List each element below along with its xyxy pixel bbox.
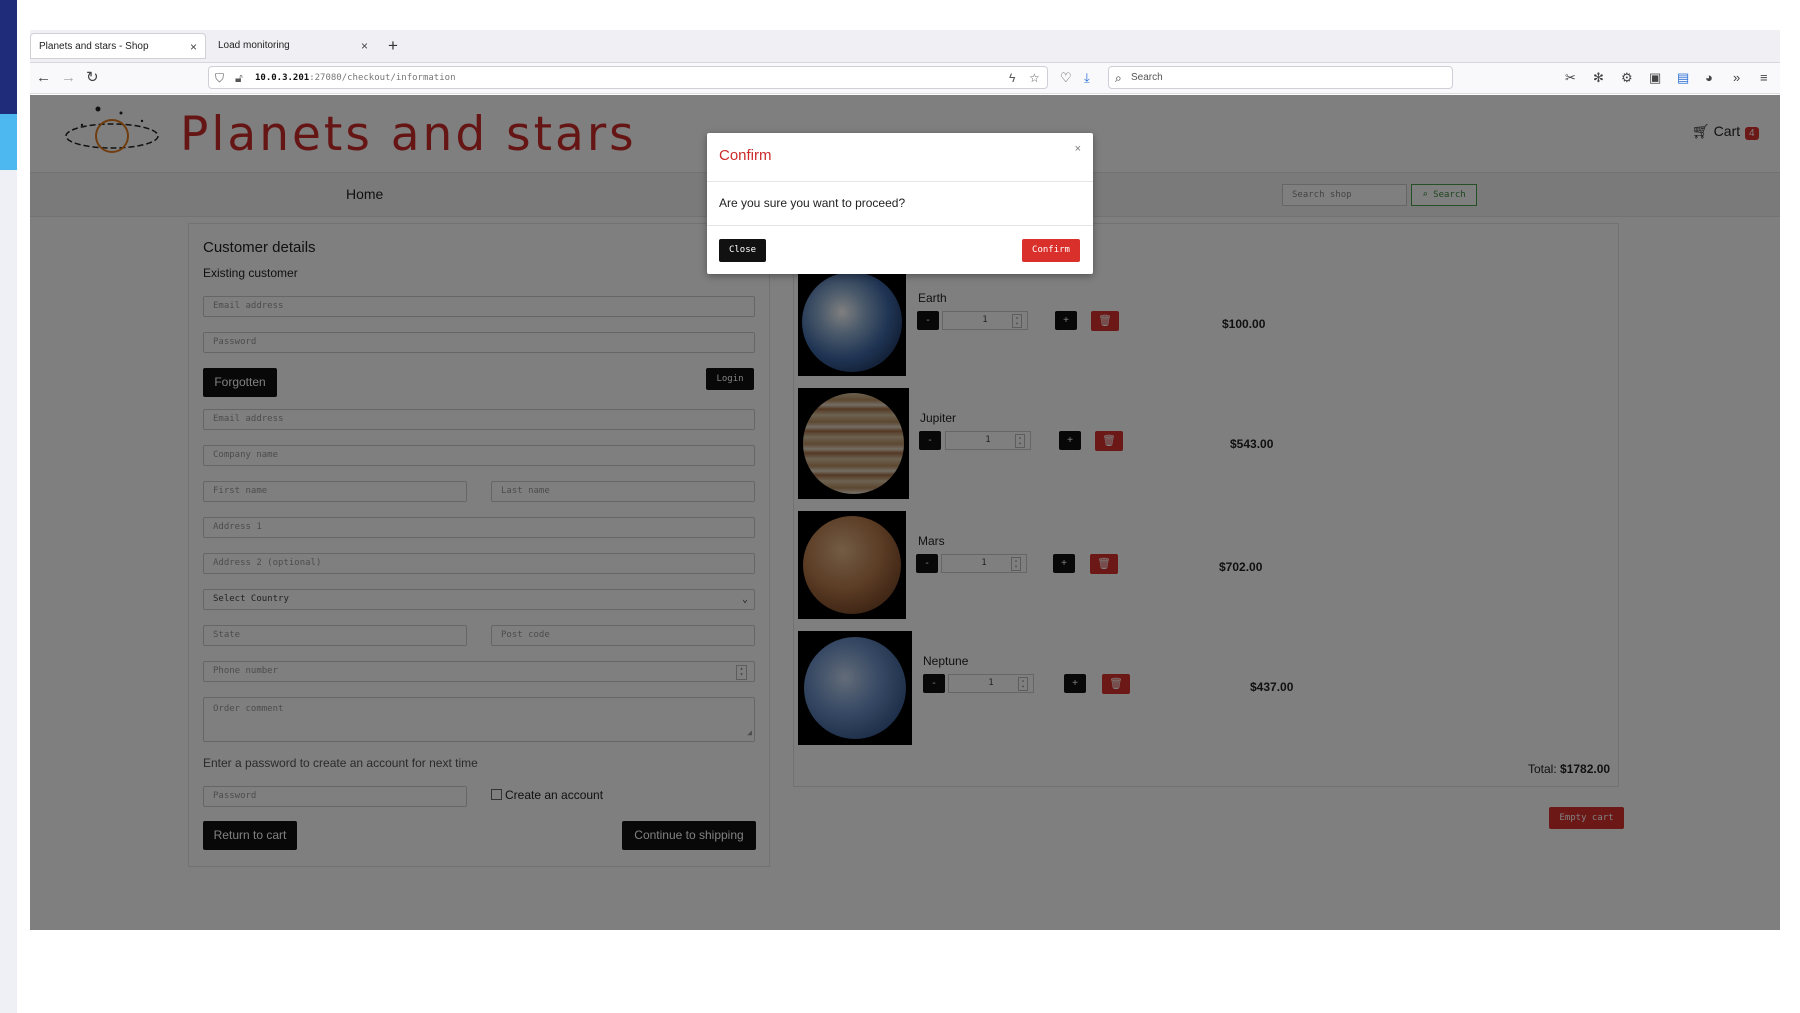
modal-message: Are you sure you want to proceed? [719, 196, 906, 210]
os-strip-top [0, 0, 17, 114]
web-page: Planets and stars 🛒︎ Cart 4 Home Search … [30, 95, 1780, 930]
tab-title: Load monitoring [218, 40, 290, 51]
new-tab-icon[interactable]: + [388, 33, 398, 59]
pocket-icon[interactable]: ♡ [1060, 69, 1072, 87]
search-icon: ⌕ [1115, 71, 1122, 85]
browser-window: Planets and stars - Shop × Load monitori… [30, 30, 1780, 930]
reload-icon[interactable]: ↻ [86, 68, 99, 88]
extension-icon[interactable]: ✻ [1593, 69, 1604, 87]
url-text[interactable]: 10.0.3.201:27080/checkout/information [255, 67, 456, 89]
modal-close-button[interactable]: Close [719, 239, 766, 262]
close-tab-icon[interactable]: × [361, 33, 368, 59]
extension-icon[interactable]: ✂ [1565, 69, 1576, 87]
url-bar[interactable]: ⛉ 🔓︎ 10.0.3.201:27080/checkout/informati… [208, 66, 1048, 89]
hamburger-menu-icon[interactable]: ≡ [1760, 69, 1768, 87]
close-tab-icon[interactable]: × [190, 34, 197, 60]
download-icon[interactable]: ⤓ [1084, 69, 1090, 87]
lock-icon[interactable]: 🔓︎ [235, 69, 243, 87]
shield-icon[interactable]: ⛉ [215, 69, 224, 87]
extension-icon[interactable]: ▤ [1677, 69, 1689, 87]
bolt-icon[interactable]: ϟ [1009, 69, 1015, 87]
os-strip-accent [0, 114, 17, 170]
navigation-bar: ← → ↻ ⛉ 🔓︎ 10.0.3.201:27080/checkout/inf… [30, 63, 1780, 94]
browser-search-placeholder: Search [1131, 72, 1163, 83]
forward-icon[interactable]: → [61, 68, 76, 88]
bookmark-star-icon[interactable]: ☆ [1029, 69, 1040, 87]
modal-divider [707, 181, 1093, 182]
back-icon[interactable]: ← [36, 68, 51, 88]
extension-icon[interactable]: ◕ [1705, 69, 1713, 87]
tab-load-monitoring[interactable]: Load monitoring × [210, 33, 376, 59]
close-icon[interactable]: × [1075, 143, 1081, 155]
tab-bar: Planets and stars - Shop × Load monitori… [30, 30, 1780, 63]
extension-icon[interactable]: ▣ [1649, 69, 1661, 87]
os-side-strip [0, 0, 17, 1013]
browser-search-bar[interactable]: ⌕ Search [1108, 66, 1453, 89]
extension-icon[interactable]: ⚙ [1621, 69, 1633, 87]
modal-confirm-button[interactable]: Confirm [1022, 239, 1080, 262]
modal-title: Confirm [719, 147, 772, 164]
confirm-modal: Confirm × Are you sure you want to proce… [707, 133, 1093, 274]
overflow-menu-icon[interactable]: » [1733, 69, 1740, 87]
modal-divider [707, 225, 1093, 226]
tab-title: Planets and stars - Shop [39, 41, 149, 52]
tab-shop[interactable]: Planets and stars - Shop × [30, 33, 206, 59]
